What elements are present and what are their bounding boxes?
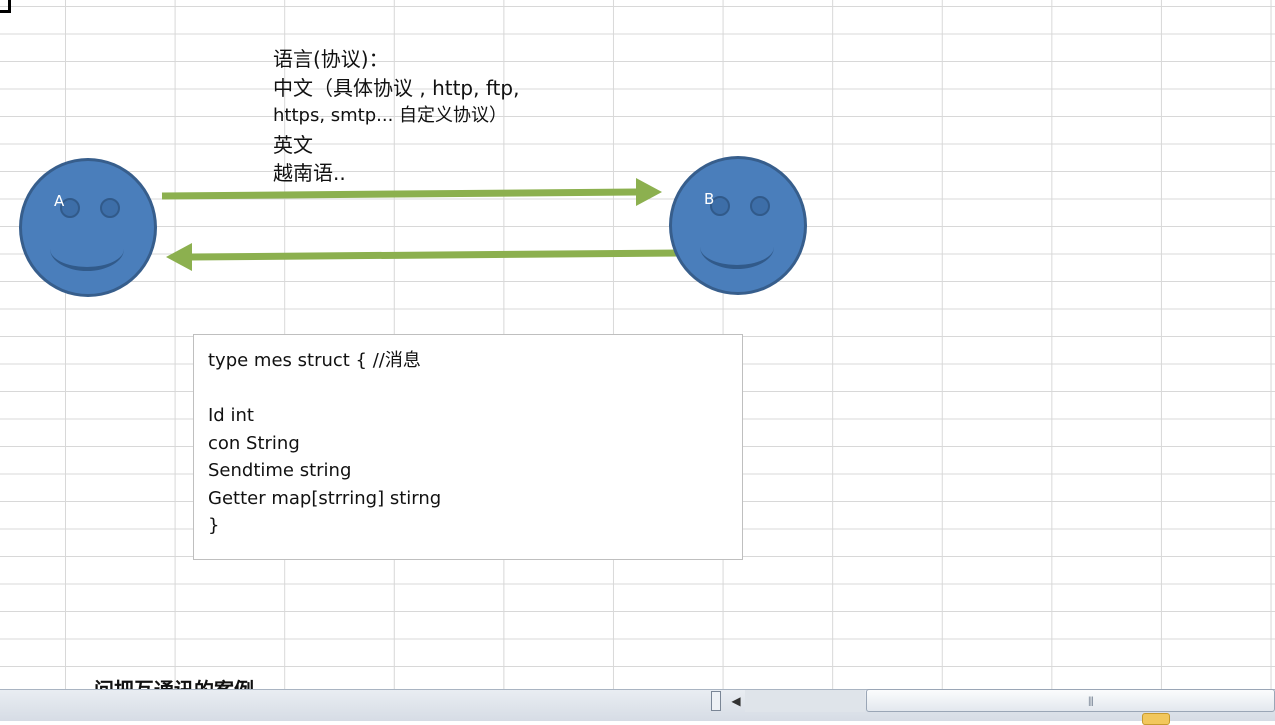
arrow-b-to-a[interactable] xyxy=(166,243,681,271)
face-b-label: B xyxy=(704,190,715,208)
code-line: type mes struct { //消息 xyxy=(208,350,421,371)
eye-icon xyxy=(100,198,120,218)
scroll-left-icon[interactable]: ◀ xyxy=(728,691,744,711)
code-line: Id int xyxy=(208,405,254,426)
status-icon[interactable] xyxy=(1142,713,1170,725)
code-line: } xyxy=(208,515,220,536)
scroll-thumb[interactable] xyxy=(866,689,1275,712)
mouth-shape xyxy=(50,227,124,271)
code-line: Getter map[strring] stirng xyxy=(208,487,442,509)
eye-icon xyxy=(750,196,770,216)
scroll-track[interactable] xyxy=(745,690,865,712)
arrow-a-to-b[interactable] xyxy=(161,178,662,206)
code-text-box[interactable]: type mes struct { //消息 Id int con String… xyxy=(193,334,743,560)
split-handle[interactable] xyxy=(711,691,721,711)
mouth-shape xyxy=(700,225,774,269)
smiley-face-b[interactable]: B xyxy=(669,156,807,295)
grip-icon: ||| xyxy=(1088,696,1094,707)
code-line: Sendtime string xyxy=(208,460,352,481)
smiley-face-a[interactable]: A xyxy=(19,158,157,297)
face-a-label: A xyxy=(54,192,65,210)
code-line: con String xyxy=(208,432,300,454)
